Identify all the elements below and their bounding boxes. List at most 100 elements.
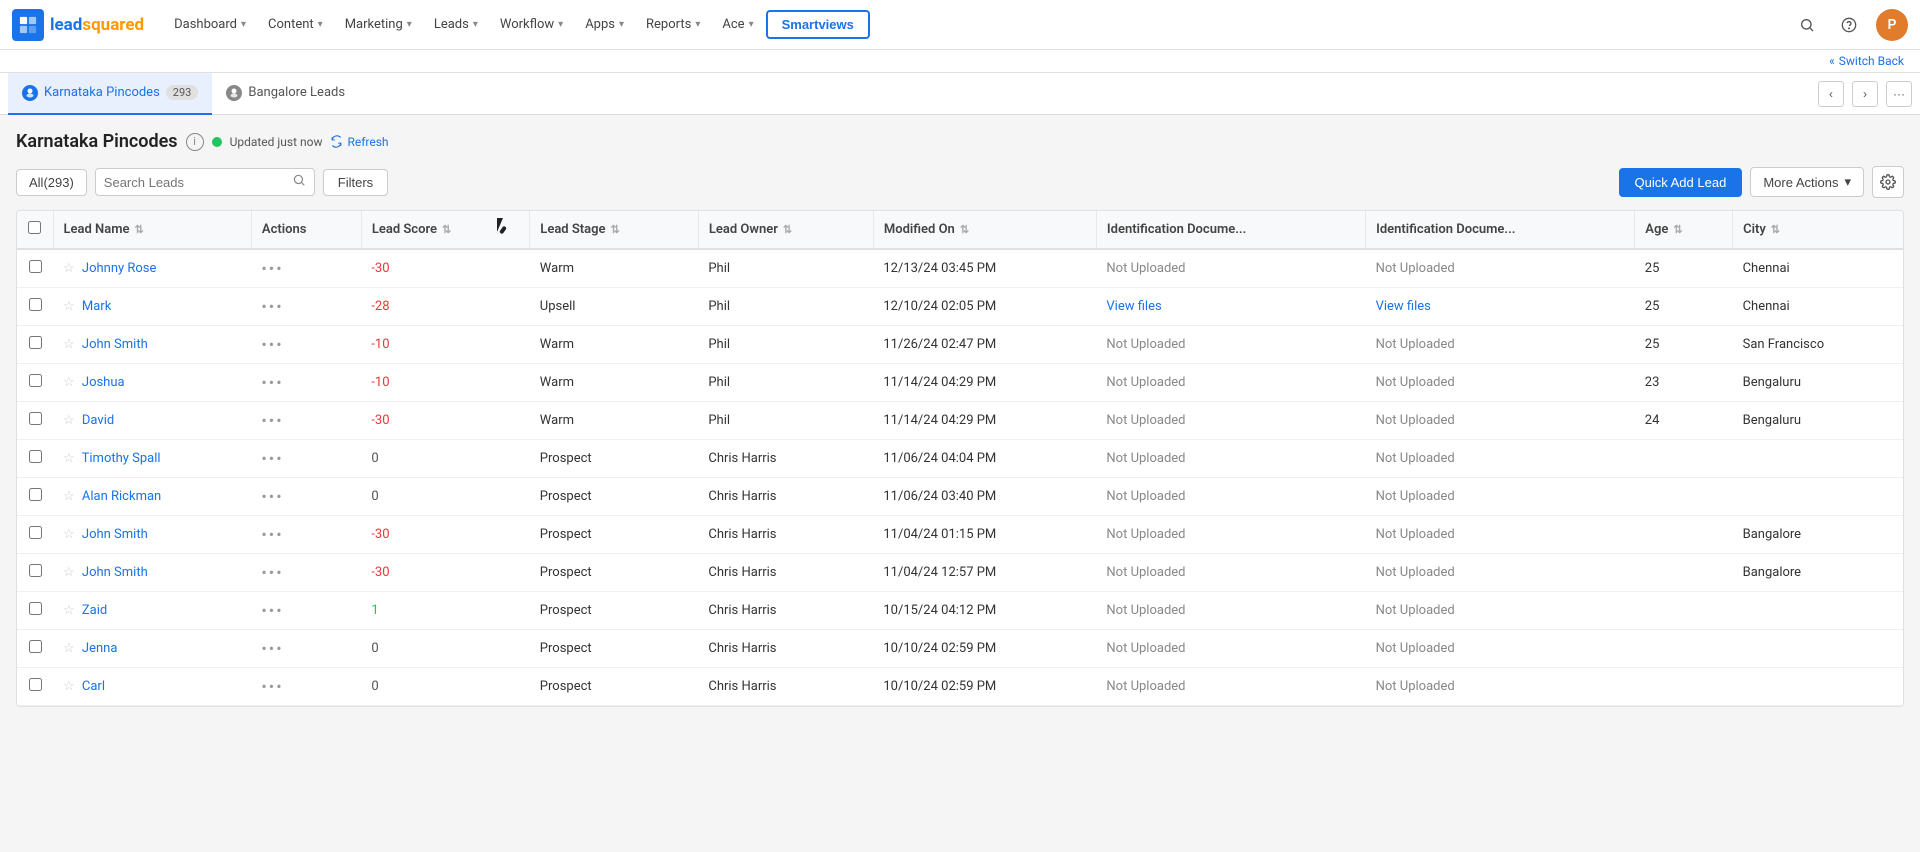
sort-icon-lead-stage: ⇅ (611, 223, 620, 236)
row-checkbox[interactable] (29, 260, 42, 273)
user-avatar[interactable]: P (1876, 9, 1908, 41)
tab-prev-button[interactable]: ‹ (1818, 81, 1844, 107)
lead-name-link[interactable]: Johnny Rose (82, 261, 157, 276)
lead-name-link[interactable]: Joshua (82, 375, 125, 390)
row-checkbox-cell (17, 554, 53, 592)
age-cell: 25 (1635, 249, 1733, 288)
row-actions-menu[interactable]: ••• (261, 601, 283, 620)
nav-content[interactable]: Content ▾ (258, 11, 333, 38)
col-header-lead-owner[interactable]: Lead Owner ⇅ (698, 211, 873, 249)
lead-name-link[interactable]: John Smith (82, 527, 148, 542)
row-checkbox-cell (17, 478, 53, 516)
row-checkbox-cell (17, 668, 53, 706)
favorite-star-icon[interactable]: ☆ (63, 527, 75, 542)
row-checkbox[interactable] (29, 336, 42, 349)
lead-name-link[interactable]: John Smith (82, 565, 148, 580)
all-filter-button[interactable]: All(293) (16, 169, 87, 196)
row-actions-menu[interactable]: ••• (261, 487, 283, 506)
tab-karnataka-pincodes[interactable]: Karnataka Pincodes 293 (8, 73, 212, 115)
lead-name-link[interactable]: David (82, 413, 114, 428)
lead-name-link[interactable]: John Smith (82, 337, 148, 352)
favorite-star-icon[interactable]: ☆ (63, 413, 75, 428)
favorite-star-icon[interactable]: ☆ (63, 337, 75, 352)
nav-dashboard[interactable]: Dashboard ▾ (164, 11, 256, 38)
col-header-lead-score[interactable]: Lead Score ⇅ (361, 211, 529, 249)
not-uploaded-text: Not Uploaded (1376, 413, 1455, 428)
tab-bangalore-leads[interactable]: Bangalore Leads (212, 73, 359, 115)
row-actions-menu[interactable]: ••• (261, 677, 283, 696)
info-icon[interactable]: i (186, 133, 204, 151)
row-checkbox[interactable] (29, 640, 42, 653)
lead-score-cell: 1 (361, 592, 529, 630)
favorite-star-icon[interactable]: ☆ (63, 375, 75, 390)
row-actions-menu[interactable]: ••• (261, 297, 283, 316)
search-button[interactable] (1792, 10, 1822, 40)
col-header-lead-stage[interactable]: Lead Stage ⇅ (530, 211, 699, 249)
favorite-star-icon[interactable]: ☆ (63, 299, 75, 314)
lead-owner-value: Phil (708, 299, 730, 314)
favorite-star-icon[interactable]: ☆ (63, 261, 75, 276)
row-checkbox[interactable] (29, 488, 42, 501)
help-button[interactable] (1834, 10, 1864, 40)
favorite-star-icon[interactable]: ☆ (63, 679, 75, 694)
row-checkbox[interactable] (29, 602, 42, 615)
switch-back-bar[interactable]: « Switch Back (0, 50, 1920, 73)
search-input[interactable] (104, 175, 286, 190)
actions-cell: ••• (251, 630, 361, 668)
smartviews-button[interactable]: Smartviews (766, 10, 870, 39)
id-doc2-cell: Not Uploaded (1366, 478, 1635, 516)
nav-workflow[interactable]: Workflow ▾ (490, 11, 573, 38)
tab-next-button[interactable]: › (1852, 81, 1878, 107)
col-header-modified-on[interactable]: Modified On ⇅ (873, 211, 1096, 249)
row-checkbox[interactable] (29, 298, 42, 311)
nav-marketing[interactable]: Marketing ▾ (335, 11, 422, 38)
nav-apps[interactable]: Apps ▾ (575, 11, 634, 38)
view-files-link[interactable]: View files (1106, 299, 1161, 314)
row-actions-menu[interactable]: ••• (261, 259, 283, 278)
filters-button[interactable]: Filters (323, 169, 388, 196)
select-all-checkbox[interactable] (28, 221, 41, 234)
lead-name-link[interactable]: Mark (82, 299, 111, 314)
nav-leads[interactable]: Leads ▾ (424, 11, 488, 38)
row-checkbox[interactable] (29, 450, 42, 463)
lead-name-link[interactable]: Alan Rickman (82, 489, 161, 504)
settings-button[interactable] (1872, 166, 1904, 198)
row-actions-menu[interactable]: ••• (261, 373, 283, 392)
row-checkbox[interactable] (29, 526, 42, 539)
favorite-star-icon[interactable]: ☆ (63, 603, 75, 618)
col-header-lead-name[interactable]: Lead Name ⇅ (53, 211, 251, 249)
favorite-star-icon[interactable]: ☆ (63, 565, 75, 580)
more-actions-button[interactable]: More Actions ▾ (1750, 167, 1864, 197)
row-checkbox[interactable] (29, 412, 42, 425)
quick-add-lead-button[interactable]: Quick Add Lead (1619, 168, 1743, 197)
lead-name-link[interactable]: Timothy Spall (82, 451, 161, 466)
lead-name-link[interactable]: Carl (82, 679, 105, 694)
col-header-age[interactable]: Age ⇅ (1635, 211, 1733, 249)
tab-more-button[interactable]: ··· (1886, 81, 1912, 107)
nav-ace[interactable]: Ace ▾ (712, 11, 763, 38)
id-doc1-cell: Not Uploaded (1096, 326, 1365, 364)
row-checkbox[interactable] (29, 678, 42, 691)
logo[interactable]: leadsquared (12, 9, 144, 41)
col-header-city[interactable]: City ⇅ (1733, 211, 1903, 249)
row-checkbox[interactable] (29, 374, 42, 387)
nav-reports[interactable]: Reports ▾ (636, 11, 710, 38)
favorite-star-icon[interactable]: ☆ (63, 641, 75, 656)
not-uploaded-text: Not Uploaded (1106, 413, 1185, 428)
row-actions-menu[interactable]: ••• (261, 449, 283, 468)
row-actions-menu[interactable]: ••• (261, 563, 283, 582)
row-actions-menu[interactable]: ••• (261, 525, 283, 544)
lead-name-link[interactable]: Zaid (82, 603, 107, 618)
favorite-star-icon[interactable]: ☆ (63, 489, 75, 504)
refresh-button[interactable]: Refresh (330, 135, 388, 149)
age-cell (1635, 440, 1733, 478)
lead-owner-value: Chris Harris (708, 565, 776, 580)
lead-stage-value: Prospect (540, 451, 592, 466)
lead-name-link[interactable]: Jenna (82, 641, 118, 656)
row-actions-menu[interactable]: ••• (261, 411, 283, 430)
row-actions-menu[interactable]: ••• (261, 335, 283, 354)
row-actions-menu[interactable]: ••• (261, 639, 283, 658)
favorite-star-icon[interactable]: ☆ (63, 451, 75, 466)
view-files-link[interactable]: View files (1376, 299, 1431, 314)
row-checkbox[interactable] (29, 564, 42, 577)
